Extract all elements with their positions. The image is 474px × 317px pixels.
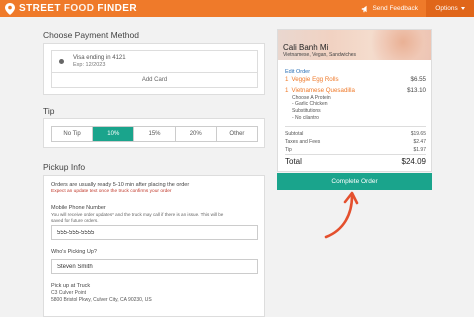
modifier-heading: Substitutions bbox=[292, 108, 321, 114]
tip-selector: No Tip 10% 15% 20% Other bbox=[51, 126, 258, 142]
logo-street-text: STREET bbox=[19, 3, 61, 14]
tip-value: $1.97 bbox=[413, 147, 426, 153]
logo-food-text: FOOD bbox=[63, 3, 95, 14]
pickup-panel: Orders are usually ready 5-10 min after … bbox=[43, 175, 265, 317]
name-label: Who's Picking Up? bbox=[51, 249, 97, 255]
chevron-down-icon bbox=[460, 7, 465, 10]
item-name: Veggie Egg Rolls bbox=[291, 76, 339, 83]
subtotal-value: $19.65 bbox=[410, 131, 426, 137]
taxes-label: Taxes and Fees bbox=[285, 139, 321, 145]
modifier-value: - Garlic Chicken bbox=[292, 101, 328, 107]
name-input[interactable] bbox=[51, 259, 258, 274]
total-label: Total bbox=[285, 157, 302, 166]
taxes-row: Taxes and Fees $2.47 bbox=[285, 139, 426, 145]
item-qty: 1 bbox=[285, 76, 289, 83]
red-arrow-annotation bbox=[324, 191, 359, 239]
truck-name: Cali Banh Mi bbox=[283, 43, 329, 52]
add-card-button[interactable]: Add Card bbox=[51, 72, 258, 88]
subtotal-row: Subtotal $19.65 bbox=[285, 131, 426, 137]
divider bbox=[285, 126, 426, 127]
order-item: 1 Veggie Egg Rolls $6.55 bbox=[285, 76, 426, 83]
options-dropdown[interactable]: Options bbox=[426, 0, 474, 17]
pickup-location-label: Pick up at Truck bbox=[51, 283, 91, 289]
card-label: Visa ending in 4121 bbox=[73, 54, 126, 61]
banner-food-photo bbox=[361, 30, 431, 60]
taxes-value: $2.47 bbox=[413, 139, 426, 145]
pickup-timing-note: Orders are usually ready 5-10 min after … bbox=[51, 182, 190, 188]
order-item: 1 Vietnamese Quesadilla $13.10 bbox=[285, 87, 426, 94]
phone-label: Mobile Phone Number bbox=[51, 205, 106, 211]
tip-option-20[interactable]: 20% bbox=[176, 127, 217, 141]
truck-banner-image: Cali Banh Mi Vietnamese, Vegan, Sandwich… bbox=[278, 30, 431, 60]
order-summary-panel: Cali Banh Mi Vietnamese, Vegan, Sandwich… bbox=[277, 29, 432, 172]
send-feedback-link[interactable]: Send Feedback bbox=[361, 5, 418, 13]
pickup-location-address: 5800 Bristol Pkwy, Culver City, CA 90230… bbox=[51, 297, 152, 303]
modifier-value: - No cilantro bbox=[292, 115, 319, 121]
payment-panel: Visa ending in 4121 Exp: 12/2023 Add Car… bbox=[43, 43, 265, 95]
item-price: $13.10 bbox=[407, 87, 426, 94]
street-food-finder-logo[interactable]: STREET FOOD FINDER bbox=[5, 2, 137, 15]
phone-input[interactable] bbox=[51, 225, 258, 240]
divider bbox=[285, 154, 426, 155]
tip-option-other[interactable]: Other bbox=[217, 127, 257, 141]
tip-option-10[interactable]: 10% bbox=[93, 127, 135, 141]
options-label: Options bbox=[435, 5, 458, 12]
send-feedback-label: Send Feedback bbox=[372, 5, 418, 12]
megaphone-icon bbox=[362, 5, 368, 12]
tip-option-none[interactable]: No Tip bbox=[52, 127, 94, 141]
tip-option-15[interactable]: 15% bbox=[134, 127, 176, 141]
card-expiry: Exp: 12/2023 bbox=[73, 62, 106, 69]
tip-row: Tip $1.97 bbox=[285, 147, 426, 153]
total-value: $24.09 bbox=[401, 157, 426, 166]
item-qty: 1 bbox=[285, 87, 289, 94]
top-navbar: STREET FOOD FINDER Send Feedback Options bbox=[0, 0, 474, 17]
total-row: Total $24.09 bbox=[285, 157, 426, 166]
item-name: Vietnamese Quesadilla bbox=[291, 87, 355, 94]
map-pin-icon bbox=[5, 2, 15, 15]
pickup-location-name: C3 Culver Point bbox=[51, 290, 87, 296]
edit-order-link[interactable]: Edit Order bbox=[285, 69, 310, 75]
complete-order-button[interactable]: Complete Order bbox=[277, 173, 432, 190]
subtotal-label: Subtotal bbox=[285, 131, 304, 137]
truck-cuisine: Vietnamese, Vegan, Sandwiches bbox=[283, 52, 357, 58]
tip-label: Tip bbox=[285, 147, 292, 153]
pickup-section-title: Pickup Info bbox=[43, 162, 86, 172]
phone-help-text: You will receive order updates* and the … bbox=[51, 212, 224, 223]
saved-card-option[interactable]: Visa ending in 4121 Exp: 12/2023 bbox=[51, 50, 258, 72]
payment-section-title: Choose Payment Method bbox=[43, 30, 139, 40]
item-price: $6.55 bbox=[410, 76, 426, 83]
pickup-warning: Expect an update text once the truck con… bbox=[51, 189, 172, 194]
logo-finder-text: FINDER bbox=[97, 3, 137, 14]
card-radio[interactable] bbox=[59, 59, 64, 64]
tip-panel: No Tip 10% 15% 20% Other bbox=[43, 118, 265, 148]
tip-section-title: Tip bbox=[43, 106, 55, 116]
